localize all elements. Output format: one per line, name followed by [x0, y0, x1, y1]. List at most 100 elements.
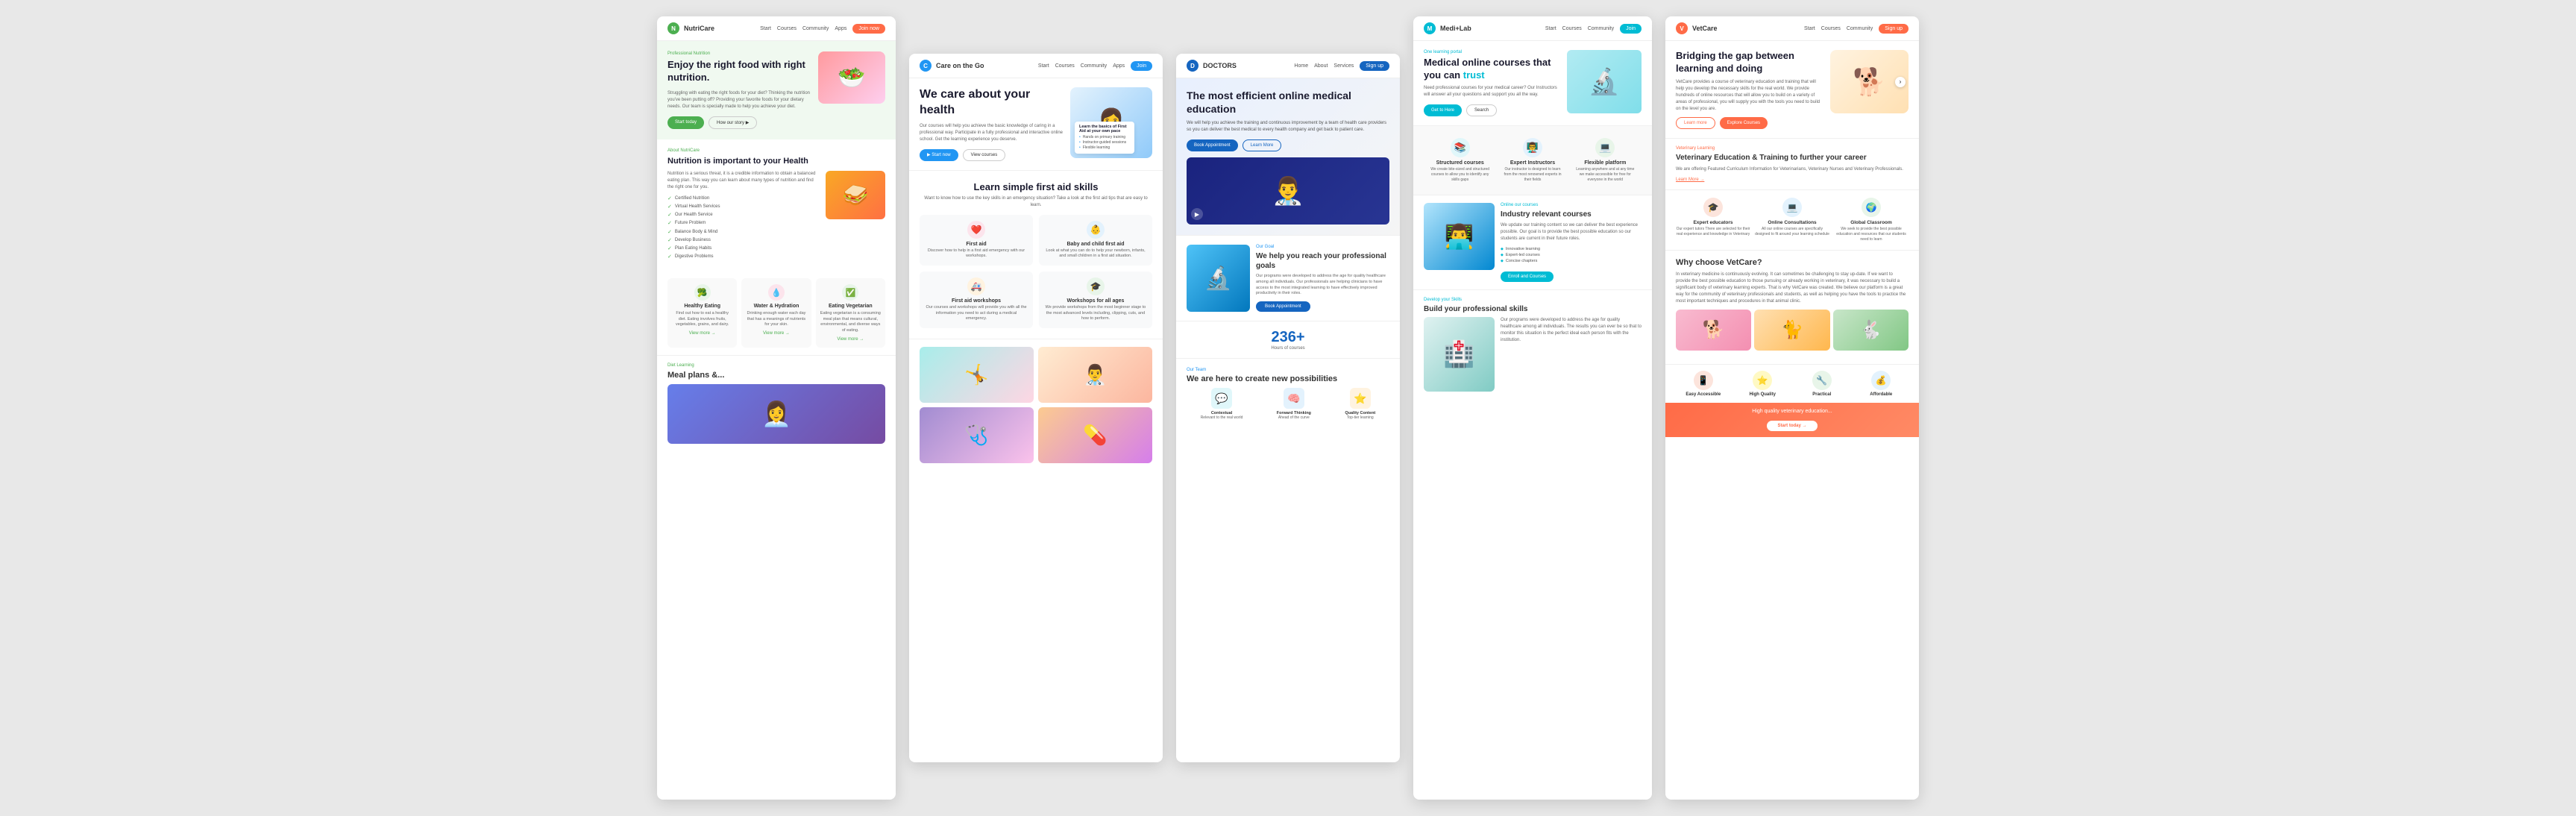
enroll-btn-medilab[interactable]: Enroll and Courses [1501, 272, 1554, 282]
hero-btns-doctors: Book Appointment Learn More [1187, 139, 1389, 151]
s2-text-doctors: Our Goal We help you reach your professi… [1256, 245, 1389, 312]
nav-link-courses2[interactable]: Courses [1055, 63, 1075, 69]
photos-section-care: 🤸 👨‍⚕️ 🩺 💊 [909, 339, 1163, 471]
icon-desc-2-doctors: Ahead of the curve [1277, 415, 1311, 420]
play-btn-doctors[interactable]: ▶ [1191, 208, 1203, 220]
mini-link-3[interactable]: View more → [820, 337, 881, 342]
nav-link-apps1[interactable]: Apps [835, 26, 846, 31]
badge-item-1: Hands on primary training [1079, 135, 1130, 139]
startnow-btn-care[interactable]: ▶ Start now [920, 149, 958, 161]
skill-title-3: First aid workshops [926, 298, 1027, 304]
s2-text-nutricare: Nutrition is a serious threat, it is a c… [667, 171, 818, 262]
story-btn-nutricare[interactable]: How our story ▶ [709, 116, 757, 129]
feature-1-vetcare: 🎓 Expert educators Our expert tutors The… [1676, 198, 1750, 242]
hero-img-vetcare: 🐕 › [1830, 50, 1909, 113]
skills-tag-medilab: Develop your Skills [1424, 298, 1642, 302]
learn-btn-doctors[interactable]: Learn More [1243, 139, 1282, 151]
hero-title-nutricare: Enjoy the right food with right nutritio… [667, 59, 812, 84]
skill-desc-1: Discover how to help in a first aid emer… [926, 248, 1027, 260]
nav-link-community5[interactable]: Community [1847, 26, 1873, 31]
skill-title-1: First aid [926, 242, 1027, 247]
logo-icon-nutricare: N [667, 22, 679, 34]
hero-img-care: 👩‍⚕️ Learn the basics of First Aid at yo… [1070, 87, 1152, 158]
section3-nutricare: Diet Learning Meal plans &... 👩‍💼 [657, 355, 896, 451]
nav-link-start1[interactable]: Start [760, 26, 771, 31]
badge-icon-3-vetcare: 🔧 [1812, 371, 1832, 390]
explore-btn-vetcare[interactable]: Explore Courses [1720, 117, 1768, 129]
badge-title-care: Learn the basics of First Aid at your ow… [1079, 125, 1130, 134]
icon-box-1-doctors: 💬 [1211, 388, 1232, 409]
nav-link-start2[interactable]: Start [1038, 63, 1049, 69]
doctors-card: D DOCTORS Home About Services Sign up Th… [1176, 54, 1400, 762]
feature-desc-1-vetcare: Our expert tutors There are selected for… [1676, 227, 1750, 237]
nav-link-home3[interactable]: Home [1294, 63, 1308, 69]
vet-desc-vetcare: We are offering Featured Curriculum Info… [1676, 166, 1909, 173]
stats-doctors: 236+ Hours of courses [1176, 321, 1400, 358]
logo-icon-medilab: M [1424, 22, 1436, 34]
courses-content-medilab: 👨‍💻 Online our courses Industry relevant… [1424, 203, 1642, 282]
s2-content-doctors: 🔬 Our Goal We help you reach your profes… [1187, 245, 1389, 312]
nav-link-community2[interactable]: Community [1081, 63, 1107, 69]
course-item-3: Concise chapters [1501, 259, 1642, 263]
nav-link-courses4[interactable]: Courses [1562, 26, 1582, 31]
book-btn-doctors[interactable]: Book Appointment [1187, 139, 1238, 151]
cta-btn-care[interactable]: Join [1131, 61, 1152, 71]
photos-grid-care: 🤸 👨‍⚕️ 🩺 💊 [920, 347, 1152, 463]
nav-link-courses5[interactable]: Courses [1821, 26, 1841, 31]
nav-link-services3[interactable]: Services [1333, 63, 1354, 69]
course-item-2: Expert-led courses [1501, 253, 1642, 257]
cta-btn-medilab[interactable]: Join [1620, 24, 1642, 34]
mini-icon-2: 💧 [768, 284, 785, 301]
badge-label-4-vetcare: Affordable [1854, 392, 1909, 397]
cta-btn-nutricare[interactable]: Join now [852, 24, 885, 34]
icon-box-2-doctors: 🧠 [1284, 388, 1304, 409]
cta-btn-doctors[interactable]: Sign up [1360, 61, 1389, 71]
skill-icon-1: ❤️ [967, 221, 985, 239]
nav-link-community4[interactable]: Community [1588, 26, 1614, 31]
list-item-7: Plan Eating Habits [667, 245, 818, 251]
s3-title-doctors: We are here to create new possibilities [1187, 374, 1389, 383]
nav-link-courses1[interactable]: Courses [777, 26, 797, 31]
vet-explore-vetcare[interactable]: Learn More → [1676, 178, 1909, 182]
logo-icon-doctors: D [1187, 60, 1199, 72]
search-btn-medilab[interactable]: Search [1466, 104, 1497, 116]
nav-link-community1[interactable]: Community [802, 26, 829, 31]
logo-care: C Care on the Go [920, 60, 984, 72]
learnmore-btn-vetcare[interactable]: Learn more [1676, 117, 1715, 129]
cta-btn-vetcare[interactable]: Sign up [1879, 24, 1909, 34]
skills-desc-medilab: Our programs were developed to address t… [1501, 317, 1642, 344]
care-card: C Care on the Go Start Courses Community… [909, 54, 1163, 762]
section2-nutricare: About NutriCare Nutrition is important t… [657, 139, 896, 271]
nav-link-start4[interactable]: Start [1545, 26, 1556, 31]
features-vetcare: 🎓 Expert educators Our expert tutors The… [1665, 189, 1919, 250]
nav-links-vetcare: Start Courses Community [1804, 26, 1873, 31]
hero-arrow-vetcare[interactable]: › [1895, 77, 1906, 87]
nav-link-apps2[interactable]: Apps [1113, 63, 1125, 69]
bottom-cta-vetcare: High quality veterinary education... Sta… [1665, 403, 1919, 437]
mini-link-2[interactable]: View more → [746, 331, 806, 336]
feature-2-vetcare: 💻 Online Consultations All our online co… [1755, 198, 1829, 242]
list-item-6: Develop Business [667, 237, 818, 243]
logo-medilab: M Medi+Lab [1424, 22, 1471, 34]
viewcourses-btn-care[interactable]: View courses [963, 149, 1006, 161]
badge-4-vetcare: 💰 Affordable [1854, 371, 1909, 397]
mini-card-2: 💧 Water & Hydration Drinking enough wate… [741, 278, 811, 348]
mini-link-1[interactable]: View more → [672, 331, 732, 336]
hero-doctors: The most efficient online medical educat… [1176, 78, 1400, 235]
feature-icon-1-vetcare: 🎓 [1703, 198, 1723, 217]
nav-links-medilab: Start Courses Community [1545, 26, 1614, 31]
hero-text-nutricare: Professional Nutrition Enjoy the right f… [667, 51, 812, 129]
logo-nutricare: N NutriCare [667, 22, 714, 34]
feature-desc-3-medilab: Learning anywhere and at any time we mak… [1574, 167, 1637, 183]
book-btn2-doctors[interactable]: Book Appointment [1256, 301, 1310, 312]
badge-list-care: Hands on primary training Instructor-gui… [1079, 135, 1130, 150]
course-item-1: Innovative learning [1501, 247, 1642, 251]
nav-link-start5[interactable]: Start [1804, 26, 1815, 31]
bottom-btn-vetcare[interactable]: Start today → [1767, 421, 1817, 431]
start-btn-nutricare[interactable]: Start today [667, 116, 704, 129]
getthere-btn-medilab[interactable]: Get to Here [1424, 104, 1462, 116]
photo-3-care: 🩺 [920, 407, 1034, 463]
mini-icon-1: 🥦 [694, 284, 711, 301]
list-item-8: Digestive Problems [667, 254, 818, 260]
nav-link-about3[interactable]: About [1314, 63, 1328, 69]
